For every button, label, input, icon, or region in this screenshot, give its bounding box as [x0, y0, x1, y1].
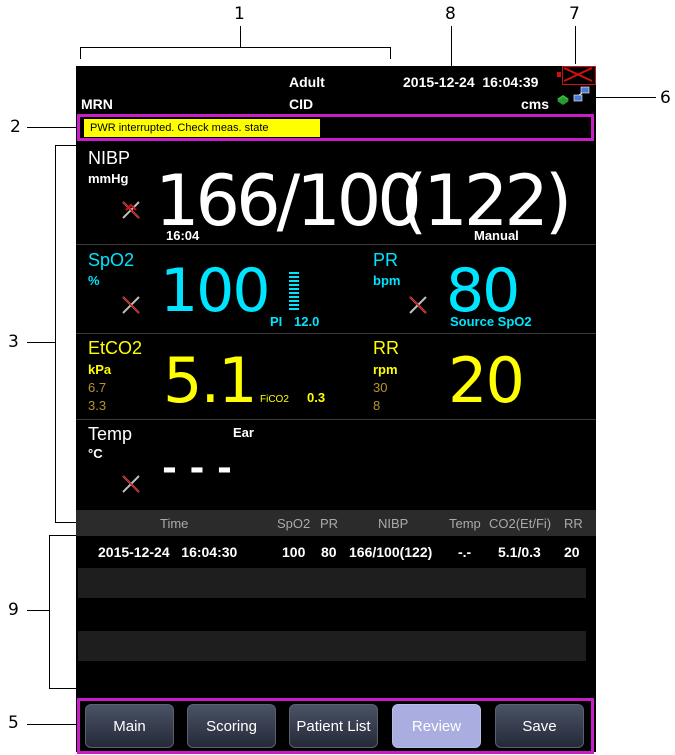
fico2-label: FiCO2: [260, 394, 289, 405]
temp-label: Temp: [88, 424, 133, 444]
wireless-network-icon: [556, 92, 570, 110]
callout-1: 1: [234, 4, 245, 24]
callout-9-bracket-bottom: [49, 688, 77, 689]
callout-3-bracket-bottom: [55, 522, 77, 523]
callout-9: 9: [8, 600, 19, 620]
spo2-alarm-off-icon: [120, 294, 142, 321]
callout-9-bracket-top: [49, 535, 77, 536]
cid-label: CID: [289, 96, 314, 112]
callout-5: 5: [8, 713, 19, 733]
etco2-value: 5.1: [163, 344, 258, 417]
cell-nibp: 166/100(122): [349, 544, 433, 560]
rr-high-limit: 30: [373, 380, 388, 395]
nibp-label: NIBP: [88, 148, 131, 168]
callout-9-line: [27, 610, 49, 611]
callout-8: 8: [445, 4, 456, 24]
cell-rr: 20: [564, 544, 580, 560]
temp-unit: °C: [88, 446, 103, 461]
temp-site: Ear: [233, 425, 254, 440]
scoring-button[interactable]: Scoring: [187, 704, 276, 748]
rr-low-limit: 8: [373, 398, 381, 413]
etco2-low-limit: 3.3: [88, 398, 107, 413]
rr-unit: rpm: [373, 362, 398, 377]
cell-temp: -.-: [458, 544, 472, 560]
pi-value: 12.0: [294, 314, 320, 329]
cell-co2: 5.1/0.3: [498, 544, 541, 560]
callout-5-line: [27, 724, 77, 725]
pr-source: Source SpO2: [450, 314, 532, 329]
temp-alarm-off-icon: [120, 473, 142, 500]
nibp-time: 16:04: [166, 228, 200, 243]
callout-2: 2: [10, 117, 21, 137]
fico2-value: 0.3: [307, 390, 326, 405]
perfusion-bar-icon: [289, 272, 299, 310]
battery-icon: [562, 66, 596, 85]
col-header-co2: CO2(Et/Fi): [489, 516, 552, 531]
col-header-temp: Temp: [449, 516, 481, 531]
etco2-unit: kPa: [88, 362, 112, 377]
cell-pr: 80: [321, 544, 337, 560]
callout-1-bracket-left: [80, 47, 81, 59]
divider: [76, 333, 596, 334]
battery-terminal-icon: [557, 72, 561, 77]
spo2-label: SpO2: [88, 250, 135, 270]
table-row-empty[interactable]: [78, 631, 586, 661]
col-header-rr: RR: [564, 516, 583, 531]
callout-9-bracket: [49, 535, 50, 688]
callout-7-line: [575, 26, 576, 64]
table-row[interactable]: 2015-12-24 16:04:30 100 80 166/100(122) …: [76, 537, 596, 567]
table-row-empty[interactable]: [78, 568, 586, 598]
pr-unit: bpm: [373, 273, 401, 288]
etco2-label: EtCO2: [88, 338, 143, 358]
review-button[interactable]: Review: [392, 704, 481, 748]
nibp-unit: mmHg: [88, 171, 129, 186]
etco2-high-limit: 6.7: [88, 380, 107, 395]
callout-1-bracket-right: [390, 47, 391, 59]
callout-3-line: [27, 342, 55, 343]
wired-network-icon: [573, 86, 591, 109]
rr-value: 20: [448, 344, 525, 417]
callout-7: 7: [569, 4, 580, 24]
cell-time: 2015-12-24 16:04:30: [98, 544, 238, 560]
main-button[interactable]: Main: [85, 704, 174, 748]
divider: [76, 244, 596, 245]
callout-1-bracket: [80, 47, 391, 48]
callout-3: 3: [8, 332, 19, 352]
nibp-mode: Manual: [474, 228, 519, 243]
pi-label: PI: [270, 314, 283, 329]
spo2-value: 100: [160, 256, 271, 326]
col-header-nibp: NIBP: [378, 516, 409, 531]
callout-6: 6: [660, 88, 671, 108]
rr-label: RR: [373, 338, 399, 358]
spo2-unit: %: [88, 273, 100, 288]
callout-6-line: [592, 97, 656, 98]
col-header-time: Time: [160, 516, 189, 531]
patient-list-button[interactable]: Patient List: [289, 704, 378, 748]
temp-value: - - -: [162, 448, 232, 489]
network-label: cms: [521, 96, 550, 112]
cell-spo2: 100: [282, 544, 306, 560]
alarm-message[interactable]: PWR interrupted. Check meas. state: [84, 119, 320, 137]
save-button[interactable]: Save: [495, 704, 584, 748]
divider: [76, 419, 596, 420]
col-header-pr: PR: [320, 516, 339, 531]
callout-3-bracket: [55, 145, 56, 523]
patient-type: Adult: [289, 74, 325, 90]
datetime: 2015-12-24 16:04:39: [403, 74, 539, 90]
callout-1-stem: [240, 26, 241, 48]
col-header-spo2: SpO2: [277, 516, 311, 531]
callout-2-line: [27, 127, 77, 128]
nibp-alarm-off-icon: [120, 199, 142, 226]
callout-3-bracket-top: [55, 145, 77, 146]
pr-label: PR: [373, 250, 399, 270]
mrn-label: MRN: [81, 96, 113, 112]
pr-alarm-off-icon: [407, 294, 429, 321]
